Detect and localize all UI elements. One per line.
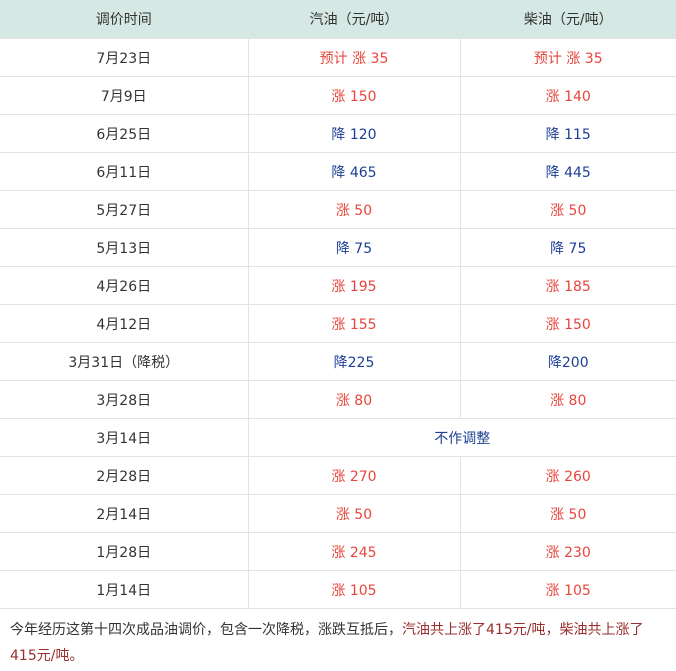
gasoline-change: 涨 80 [247, 380, 461, 419]
diesel-change: 涨 150 [459, 304, 676, 343]
adjustment-date: 5月27日 [0, 190, 249, 229]
gasoline-change: 涨 105 [247, 570, 461, 609]
oil-price-table: 调价时间 汽油（元/吨） 柴油（元/吨） 7月23日 预计 涨 35 预计 涨 35… [0, 0, 676, 609]
gasoline-change: 涨 195 [247, 266, 461, 305]
gasoline-change: 降 75 [247, 228, 461, 267]
header-gasoline: 汽油（元/吨） [247, 0, 461, 39]
diesel-change: 涨 140 [459, 76, 676, 115]
gasoline-change: 涨 155 [247, 304, 461, 343]
table-row: 5月13日降 75 降 75 [0, 228, 676, 267]
table-body: 7月23日 预计 涨 35 预计 涨 35 7月9日涨 150 涨 140 6月25日降 … [0, 38, 676, 609]
adjustment-date: 4月26日 [0, 266, 249, 305]
table-row: 7月23日 预计 涨 35 预计 涨 35 [0, 38, 676, 77]
adjustment-date: 2月28日 [0, 456, 249, 495]
gasoline-change: 涨 150 [247, 76, 461, 115]
adjustment-date: 6月11日 [0, 152, 249, 191]
gasoline-change: 涨 50 [247, 494, 461, 533]
table-row: 2月14日涨 50 涨 50 [0, 494, 676, 533]
diesel-change: 降200 [459, 342, 676, 381]
gasoline-change: 预计 涨 35 [247, 38, 461, 77]
header-diesel: 柴油（元/吨） [459, 0, 676, 39]
gasoline-change: 涨 270 [247, 456, 461, 495]
table-row: 3月14日 不作调整 [0, 418, 676, 457]
table-row: 7月9日涨 150 涨 140 [0, 76, 676, 115]
adjustment-date: 6月25日 [0, 114, 249, 153]
header-date: 调价时间 [0, 0, 249, 39]
diesel-change: 涨 185 [459, 266, 676, 305]
table-row: 2月28日涨 270 涨 260 [0, 456, 676, 495]
diesel-change: 涨 105 [459, 570, 676, 609]
table-row: 4月26日涨 195 涨 185 [0, 266, 676, 305]
adjustment-date: 3月31日（降税） [0, 342, 249, 381]
table-header-row: 调价时间 汽油（元/吨） 柴油（元/吨） [0, 0, 676, 39]
table-row: 4月12日涨 155 涨 150 [0, 304, 676, 343]
diesel-change: 涨 50 [459, 494, 676, 533]
diesel-change: 预计 涨 35 [459, 38, 676, 77]
gasoline-change: 降225 [247, 342, 461, 381]
adjustment-date: 5月13日 [0, 228, 249, 267]
diesel-change: 涨 260 [459, 456, 676, 495]
diesel-change: 降 115 [459, 114, 676, 153]
adjustment-date: 3月28日 [0, 380, 249, 419]
diesel-change: 涨 230 [459, 532, 676, 571]
diesel-change: 涨 80 [459, 380, 676, 419]
summary-paragraph: 今年经历这第十四次成品油调价，包含一次降税，涨跌互抵后，汽油共上涨了415元/吨… [0, 609, 676, 669]
no-adjustment-cell: 不作调整 [247, 418, 676, 457]
table-row: 3月31日（降税） 降225 降200 [0, 342, 676, 381]
adjustment-date: 1月28日 [0, 532, 249, 571]
diesel-change: 涨 50 [459, 190, 676, 229]
table-row: 6月25日降 120 降 115 [0, 114, 676, 153]
table-row: 3月28日涨 80 涨 80 [0, 380, 676, 419]
adjustment-date: 1月14日 [0, 570, 249, 609]
gasoline-change: 涨 245 [247, 532, 461, 571]
price-adjustment-article: 调价时间 汽油（元/吨） 柴油（元/吨） 7月23日 预计 涨 35 预计 涨 35… [0, 0, 676, 669]
diesel-change: 降 445 [459, 152, 676, 191]
gasoline-change: 降 120 [247, 114, 461, 153]
adjustment-date: 3月14日 [0, 418, 249, 457]
summary-text: 今年经历这第十四次成品油调价，包含一次降税，涨跌互抵后， [10, 622, 402, 638]
adjustment-date: 7月9日 [0, 76, 249, 115]
table-row: 5月27日涨 50 涨 50 [0, 190, 676, 229]
diesel-change: 降 75 [459, 228, 676, 267]
adjustment-date: 4月12日 [0, 304, 249, 343]
gasoline-change: 降 465 [247, 152, 461, 191]
adjustment-date: 7月23日 [0, 38, 249, 77]
table-row: 6月11日降 465 降 445 [0, 152, 676, 191]
gasoline-change: 涨 50 [247, 190, 461, 229]
table-row: 1月14日涨 105 涨 105 [0, 570, 676, 609]
table-row: 1月28日涨 245 涨 230 [0, 532, 676, 571]
adjustment-date: 2月14日 [0, 494, 249, 533]
